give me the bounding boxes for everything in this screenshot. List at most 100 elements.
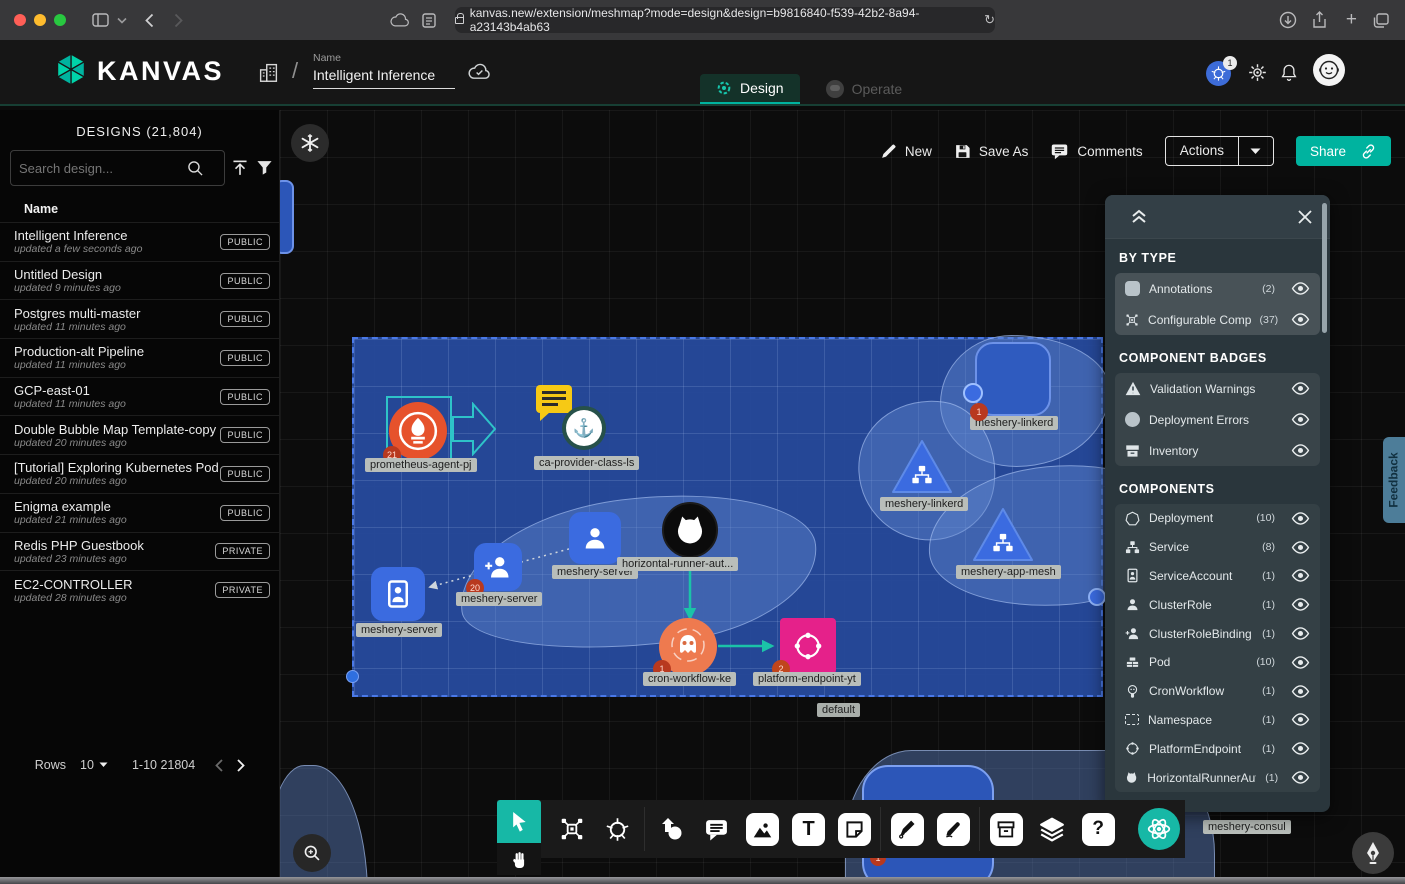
components-library-tool[interactable] <box>549 816 595 842</box>
selection-handle[interactable] <box>346 670 359 683</box>
column-header-name[interactable]: Name <box>24 202 58 216</box>
organization-icon[interactable] <box>258 62 279 83</box>
node-clusterrolebinding[interactable]: 20 <box>474 543 522 591</box>
design-row[interactable]: Postgres multi-masterupdated 11 minutes … <box>0 299 280 338</box>
icloud-icon[interactable] <box>390 13 410 27</box>
design-search-input[interactable] <box>19 161 187 176</box>
tab-operate[interactable]: Operate <box>810 74 919 104</box>
component-row[interactable]: PlatformEndpoint(1) <box>1115 734 1320 763</box>
visibility-eye-icon[interactable] <box>1284 742 1310 755</box>
edge-pen-tool[interactable] <box>884 813 930 846</box>
share-icon[interactable] <box>1312 11 1327 29</box>
visibility-eye-icon[interactable] <box>1284 512 1310 525</box>
component-row[interactable]: ServiceAccount(1) <box>1115 562 1320 591</box>
comment-annotation-icon[interactable] <box>536 385 572 413</box>
arrow-shape-annotation[interactable] <box>452 402 496 456</box>
visibility-eye-icon[interactable] <box>1284 413 1310 426</box>
url-bar[interactable]: kanvas.new/extension/meshmap?mode=design… <box>455 7 995 33</box>
image-tool[interactable] <box>740 813 786 846</box>
badge-row[interactable]: Validation Warnings <box>1115 373 1320 404</box>
visibility-eye-icon[interactable] <box>1284 382 1310 395</box>
new-tab-icon[interactable]: + <box>1346 9 1357 31</box>
design-name-input[interactable] <box>313 64 455 89</box>
design-row[interactable]: Enigma exampleupdated 21 minutes agoPUBL… <box>0 493 280 532</box>
text-tool[interactable]: T <box>786 813 832 846</box>
visibility-eye-icon[interactable] <box>1284 713 1310 726</box>
reload-icon[interactable]: ↻ <box>984 12 995 28</box>
traffic-lights[interactable] <box>14 14 74 26</box>
search-icon[interactable] <box>187 160 204 177</box>
forward-button[interactable] <box>174 13 183 28</box>
component-row[interactable]: HorizontalRunnerAutos(1) <box>1115 763 1320 792</box>
node-prometheus[interactable]: 21 <box>389 402 447 460</box>
component-row[interactable]: Service(8) <box>1115 533 1320 562</box>
back-button[interactable] <box>145 13 154 28</box>
design-row[interactable]: Untitled Designupdated 9 minutes agoPUBL… <box>0 261 280 300</box>
minimize-window-button[interactable] <box>34 14 46 26</box>
visibility-eye-icon[interactable] <box>1284 627 1310 640</box>
node-serviceaccount[interactable] <box>371 567 425 621</box>
actions-button[interactable]: Actions <box>1166 137 1239 165</box>
visibility-eye-icon[interactable] <box>1284 282 1310 295</box>
by-type-row[interactable]: Annotations (2) <box>1115 273 1320 304</box>
design-row[interactable]: Intelligent Inferenceupdated a few secon… <box>0 222 280 261</box>
filter-icon[interactable] <box>256 159 273 176</box>
node-linkerd-deployment[interactable] <box>975 342 1051 416</box>
sticky-note-tool[interactable] <box>832 813 878 846</box>
help-tool[interactable]: ? <box>1075 813 1121 846</box>
node-ca-provider[interactable]: ⚓ <box>562 406 606 450</box>
component-row[interactable]: CronWorkflow(1) <box>1115 677 1320 706</box>
visibility-eye-icon[interactable] <box>1284 685 1310 698</box>
component-row[interactable]: Deployment(10) <box>1115 504 1320 533</box>
layers-tool[interactable] <box>1029 816 1075 842</box>
saved-elements-tool[interactable] <box>983 813 1029 846</box>
node-linkerd-service[interactable] <box>890 438 954 496</box>
visibility-eye-icon[interactable] <box>1287 771 1310 784</box>
deployment-port-circle[interactable] <box>963 383 983 403</box>
feedback-tab[interactable]: Feedback <box>1383 437 1405 523</box>
component-row[interactable]: Pod(10) <box>1115 648 1320 677</box>
design-row[interactable]: Double Bubble Map Template-copyupdated 2… <box>0 415 280 454</box>
tabs-overview-icon[interactable] <box>1373 13 1389 28</box>
node-platform-endpoint[interactable]: 2 <box>780 618 836 674</box>
kubernetes-tool[interactable] <box>595 816 641 843</box>
by-type-row[interactable]: Configurable Compon (37) <box>1115 304 1320 335</box>
badge-row[interactable]: Deployment Errors <box>1115 404 1320 435</box>
reader-icon[interactable] <box>422 13 436 28</box>
design-row[interactable]: EC2-CONTROLLERupdated 28 minutes agoPRIV… <box>0 570 280 609</box>
meshery-extension-button[interactable] <box>1133 808 1185 850</box>
visibility-eye-icon[interactable] <box>1284 444 1310 457</box>
visibility-eye-icon[interactable] <box>1287 313 1310 326</box>
tab-design[interactable]: Design <box>700 74 800 104</box>
next-page-button[interactable] <box>237 759 245 772</box>
prev-page-button[interactable] <box>215 759 223 772</box>
settings-gear-icon[interactable] <box>1248 63 1267 82</box>
downloads-icon[interactable] <box>1279 11 1297 29</box>
k8s-context-switcher[interactable]: 1 <box>1206 58 1234 86</box>
comment-tool[interactable] <box>694 818 740 841</box>
panel-scrollbar[interactable] <box>1322 203 1327 333</box>
actions-dropdown-caret[interactable] <box>1239 148 1273 155</box>
node-cron-workflow[interactable]: 1 <box>659 618 717 676</box>
close-window-button[interactable] <box>14 14 26 26</box>
node-horizontal-runner[interactable] <box>662 502 718 558</box>
node-app-mesh-service[interactable] <box>971 506 1035 564</box>
visibility-eye-icon[interactable] <box>1284 598 1310 611</box>
user-avatar[interactable] <box>1313 54 1345 86</box>
badge-row[interactable]: Inventory <box>1115 435 1320 466</box>
design-row[interactable]: Production-alt Pipelineupdated 11 minute… <box>0 338 280 377</box>
design-row[interactable]: GCP-east-01updated 11 minutes agoPUBLIC <box>0 377 280 416</box>
kanvas-logo[interactable]: KANVAS <box>55 53 224 89</box>
design-row[interactable]: [Tutorial] Exploring Kubernetes Podupdat… <box>0 454 280 493</box>
rows-per-page-select[interactable]: 10 <box>80 758 108 772</box>
import-design-icon[interactable] <box>231 158 249 177</box>
collapse-panel-icon[interactable] <box>1131 209 1147 224</box>
save-as-button[interactable]: Save As <box>954 143 1029 160</box>
url-text[interactable]: kanvas.new/extension/meshmap?mode=design… <box>470 6 978 34</box>
visibility-eye-icon[interactable] <box>1284 541 1310 554</box>
sidebar-toggle-icon[interactable] <box>92 13 109 27</box>
comments-button[interactable]: Comments <box>1050 143 1142 160</box>
close-panel-icon[interactable] <box>1298 210 1312 224</box>
component-row[interactable]: ClusterRole(1) <box>1115 590 1320 619</box>
freeze-layout-button[interactable] <box>291 124 329 162</box>
